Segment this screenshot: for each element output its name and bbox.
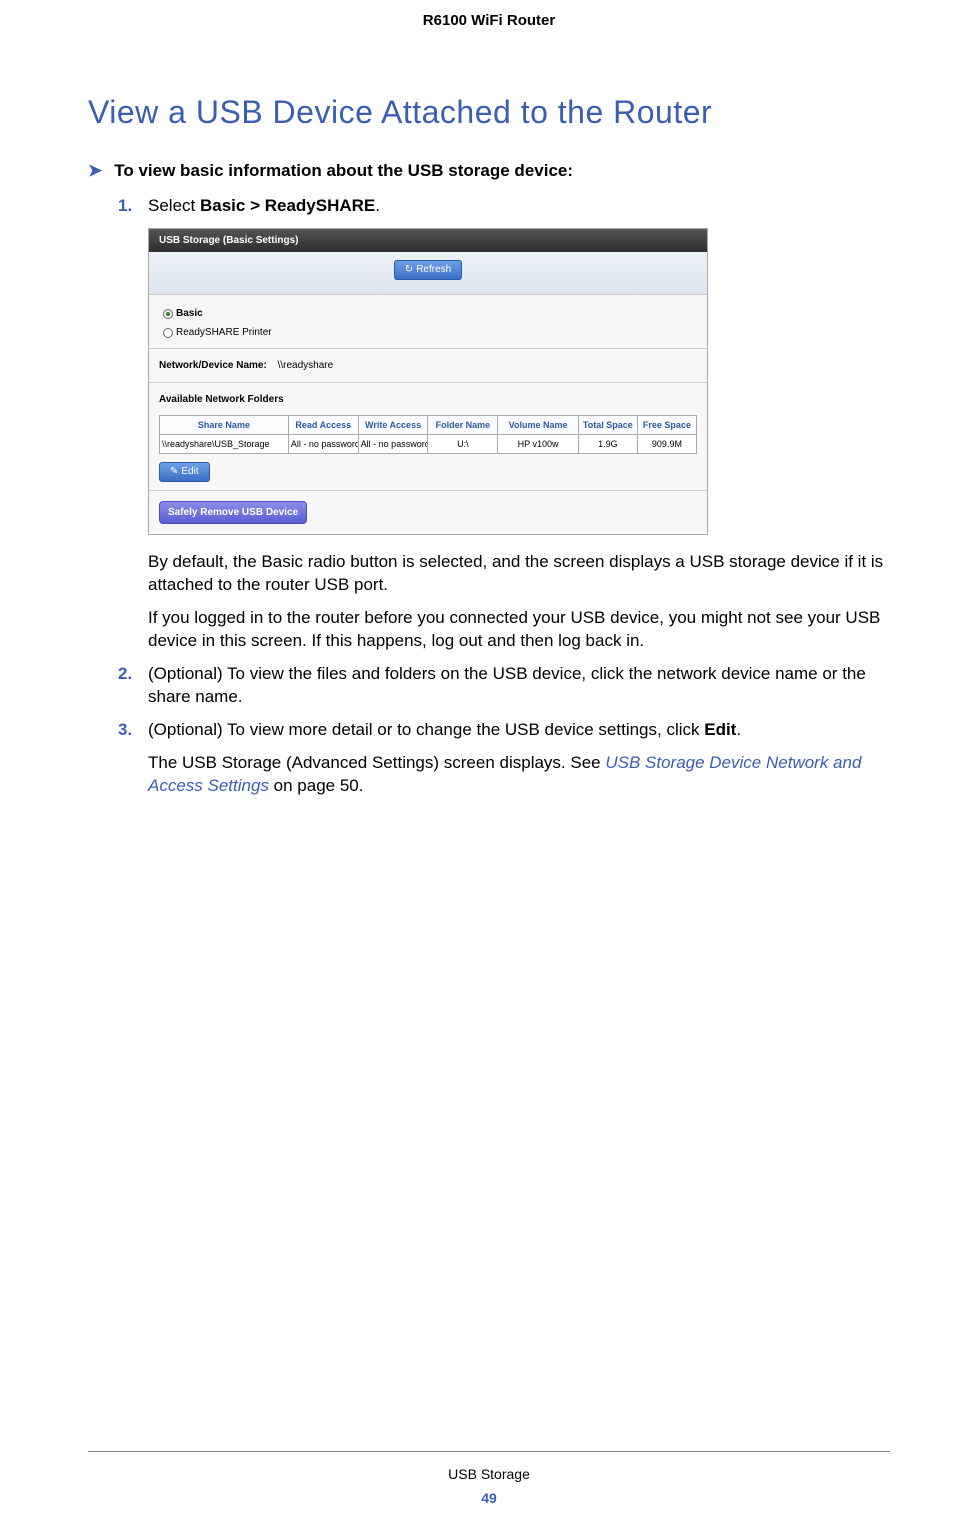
td-write-access: All - no password xyxy=(358,435,428,454)
td-folder-name: U:\ xyxy=(428,435,498,454)
step-number: 3. xyxy=(118,719,132,742)
step-number: 2. xyxy=(118,663,132,686)
step-2: 2. (Optional) To view the files and fold… xyxy=(118,663,890,709)
td-read-access: All - no password xyxy=(288,435,358,454)
th-total-space: Total Space xyxy=(578,415,637,434)
folders-table: Share Name Read Access Write Access Fold… xyxy=(159,415,697,454)
device-name-label: Network/Device Name: xyxy=(159,360,267,371)
th-folder-name: Folder Name xyxy=(428,415,498,434)
th-write-access: Write Access xyxy=(358,415,428,434)
usb-storage-screenshot: USB Storage (Basic Settings) ↻ Refresh B… xyxy=(148,228,708,535)
td-volume-name: HP v100w xyxy=(498,435,579,454)
content-area: View a USB Device Attached to the Router… xyxy=(0,29,978,798)
step-1-para-1: By default, the Basic radio button is se… xyxy=(148,551,890,597)
radio-printer-row[interactable]: ReadySHARE Printer xyxy=(159,322,697,342)
arrow-icon: ➤ xyxy=(88,161,102,181)
step-1: 1. Select Basic > ReadySHARE. USB Storag… xyxy=(118,195,890,653)
steps-list: 1. Select Basic > ReadySHARE. USB Storag… xyxy=(88,195,890,798)
step-3-bold: Edit xyxy=(704,720,736,739)
step-3: 3. (Optional) To view more detail or to … xyxy=(118,719,890,798)
step-3-para-tail: on page 50. xyxy=(269,776,364,795)
radio-basic-icon xyxy=(163,309,173,319)
table-row[interactable]: \\readyshare\USB_Storage All - no passwo… xyxy=(160,435,697,454)
step-1-tail: . xyxy=(375,196,380,215)
th-read-access: Read Access xyxy=(288,415,358,434)
safely-remove-button[interactable]: Safely Remove USB Device xyxy=(159,501,307,525)
device-name-row: Network/Device Name: \\readyshare xyxy=(159,355,697,377)
td-free-space: 909.9M xyxy=(637,435,696,454)
edit-label: Edit xyxy=(181,465,198,479)
page-footer: USB Storage 49 xyxy=(0,1451,978,1506)
folders-label: Available Network Folders xyxy=(159,389,697,411)
step-number: 1. xyxy=(118,195,132,218)
procedure-intro-text: To view basic information about the USB … xyxy=(114,161,573,181)
edit-button[interactable]: ✎ Edit xyxy=(159,462,210,482)
page-header: R6100 WiFi Router xyxy=(0,0,978,29)
device-name-value: \\readyshare xyxy=(278,360,334,371)
screenshot-toolbar: ↻ Refresh xyxy=(149,252,707,295)
radio-basic-label: Basic xyxy=(176,307,203,321)
footer-title: USB Storage xyxy=(0,1466,978,1482)
table-header-row: Share Name Read Access Write Access Fold… xyxy=(160,415,697,434)
procedure-intro: ➤ To view basic information about the US… xyxy=(88,161,890,181)
refresh-icon: ↻ xyxy=(405,263,413,277)
step-3-para: The USB Storage (Advanced Settings) scre… xyxy=(148,752,890,798)
step-2-text: (Optional) To view the files and folders… xyxy=(148,663,890,709)
td-share-name: \\readyshare\USB_Storage xyxy=(160,435,289,454)
th-free-space: Free Space xyxy=(637,415,696,434)
step-3-instruction: (Optional) To view more detail or to cha… xyxy=(148,719,890,742)
step-1-para-2: If you logged in to the router before yo… xyxy=(148,607,890,653)
step-1-instruction: Select Basic > ReadySHARE. xyxy=(148,195,890,218)
step-3-lead: (Optional) To view more detail or to cha… xyxy=(148,720,704,739)
radio-printer-label: ReadySHARE Printer xyxy=(176,326,272,340)
td-total-space: 1.9G xyxy=(578,435,637,454)
radio-printer-icon xyxy=(163,328,173,338)
step-1-bold: Basic > ReadySHARE xyxy=(200,196,375,215)
pencil-icon: ✎ xyxy=(170,465,178,479)
refresh-button[interactable]: ↻ Refresh xyxy=(394,260,462,280)
th-volume-name: Volume Name xyxy=(498,415,579,434)
refresh-label: Refresh xyxy=(416,263,451,277)
screenshot-titlebar: USB Storage (Basic Settings) xyxy=(149,229,707,253)
th-share-name: Share Name xyxy=(160,415,289,434)
footer-page-number: 49 xyxy=(0,1490,978,1506)
step-3-tail: . xyxy=(736,720,741,739)
section-title: View a USB Device Attached to the Router xyxy=(88,94,890,131)
radio-basic-row[interactable]: Basic xyxy=(159,303,697,323)
step-3-para-lead: The USB Storage (Advanced Settings) scre… xyxy=(148,753,605,772)
step-1-lead: Select xyxy=(148,196,200,215)
